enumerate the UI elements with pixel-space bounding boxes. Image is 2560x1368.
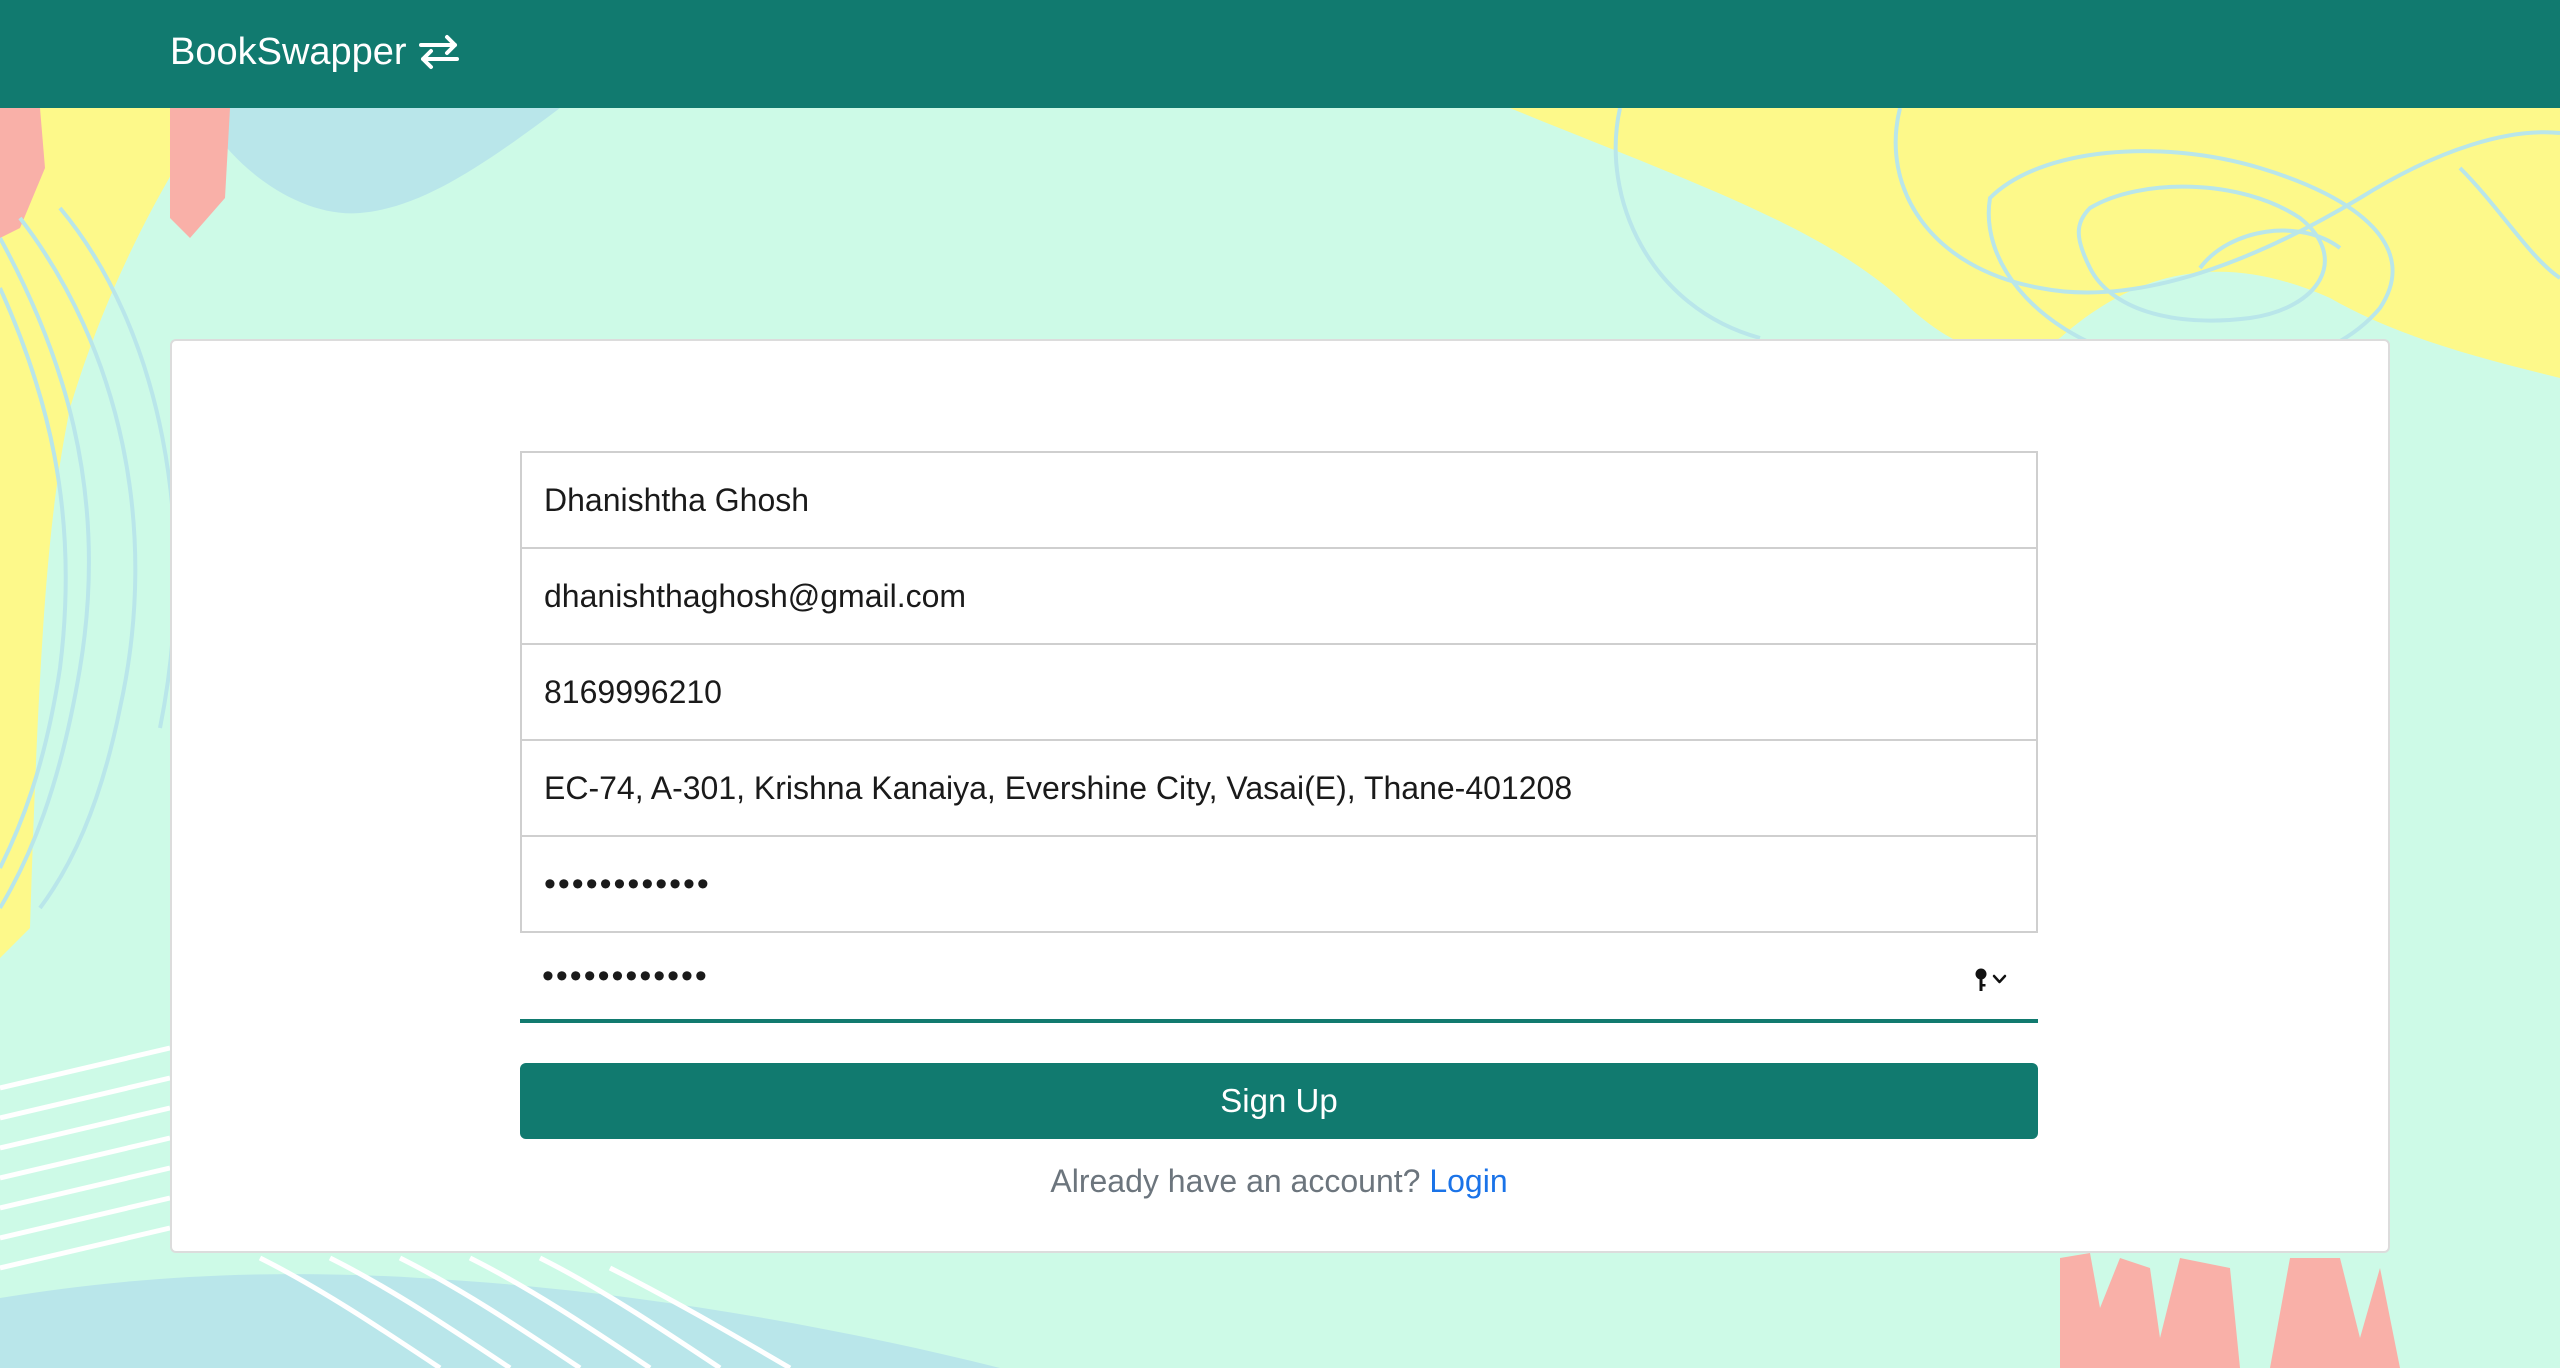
- email-value: dhanishthaghosh@gmail.com: [544, 577, 967, 614]
- name-value: Dhanishtha Ghosh: [544, 481, 810, 518]
- login-prompt: Already have an account? Login: [520, 1163, 2038, 1200]
- confirm-password-field[interactable]: ••••••••••••: [520, 933, 2038, 1023]
- signup-card: Dhanishtha Ghosh dhanishthaghosh@gmail.c…: [170, 339, 2390, 1253]
- top-navbar: BookSwapper: [0, 0, 2560, 108]
- brand-label: BookSwapper: [170, 30, 407, 73]
- password-field[interactable]: ••••••••••••: [520, 835, 2038, 933]
- swap-arrows-icon: [418, 35, 459, 69]
- name-field[interactable]: Dhanishtha Ghosh: [520, 451, 2038, 549]
- signup-form: Dhanishtha Ghosh dhanishthaghosh@gmail.c…: [520, 451, 2038, 1200]
- email-field[interactable]: dhanishthaghosh@gmail.com: [520, 547, 2038, 645]
- password-value: ••••••••••••: [544, 864, 711, 903]
- login-link[interactable]: Login: [1429, 1163, 1507, 1199]
- address-field[interactable]: EC-74, A-301, Krishna Kanaiya, Evershine…: [520, 739, 2038, 837]
- login-prompt-text: Already have an account?: [1050, 1163, 1421, 1199]
- phone-field[interactable]: 8169996210: [520, 643, 2038, 741]
- sign-up-button[interactable]: Sign Up: [520, 1063, 2038, 1139]
- address-value: EC-74, A-301, Krishna Kanaiya, Evershine…: [544, 769, 1573, 806]
- key-icon[interactable]: [1972, 967, 2012, 993]
- brand-link[interactable]: BookSwapper: [170, 28, 461, 76]
- phone-value: 8169996210: [544, 673, 722, 710]
- confirm-password-value: ••••••••••••: [542, 956, 709, 995]
